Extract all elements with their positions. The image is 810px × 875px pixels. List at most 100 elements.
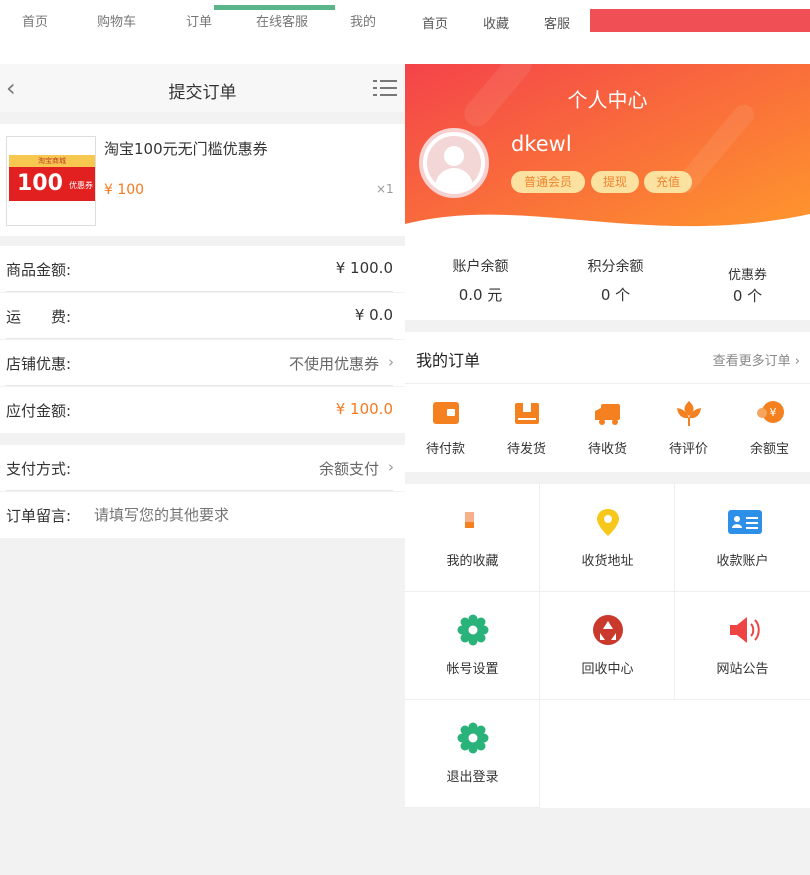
points-balance[interactable]: 积分余额 0 个 [548, 244, 683, 305]
balance-summary: 账户余额 0.0 元 积分余额 0 个 优惠券 0 个 [405, 244, 810, 320]
goods-amount-row: 商品金额: ¥ 100.0 [0, 246, 405, 292]
order-pending-receipt-label: 待收货 [587, 442, 627, 457]
grid-recycle-center[interactable]: 回收中心 [540, 592, 675, 700]
divider [6, 291, 393, 292]
member-level-badge: 普通会员 [511, 171, 585, 193]
gear-icon [457, 722, 489, 754]
more-orders-link[interactable]: 查看更多订单 › [713, 350, 800, 369]
shipping-value: ¥ 0.0 [354, 306, 393, 324]
divider [6, 338, 393, 339]
active-tab-indicator [214, 5, 335, 10]
order-pending-review[interactable]: 待评价 [648, 398, 729, 457]
divider [6, 490, 393, 491]
grid-favorites[interactable]: 我的收藏 [405, 484, 540, 592]
payment-row[interactable]: 支付方式: 余额支付 › [0, 445, 405, 491]
right-tab-bar: 首页 收藏 客服 [405, 0, 810, 64]
payable-label: 应付金额: [6, 402, 72, 420]
my-orders-section: 我的订单 查看更多订单 › 待付款 待发货 待收货 待评价 ¥ 余额宝 [405, 332, 810, 472]
profile-title: 个人中心 [567, 88, 648, 112]
grid-account-settings[interactable]: 帐号设置 [405, 592, 540, 700]
speaker-icon [727, 614, 760, 646]
payable-value: ¥ 100.0 [335, 400, 393, 418]
left-tab-bar: 首页 购物车 订单 在线客服 我的 [0, 0, 405, 64]
payee-account-label: 收款账户 [716, 554, 769, 569]
remark-label: 订单留言: [6, 507, 72, 525]
tab-favorites[interactable]: 收藏 [483, 13, 509, 32]
coupon-balance-label: 优惠券 [727, 268, 767, 283]
grid-shipping-address[interactable]: 收货地址 [540, 484, 675, 592]
coupon-amount: 100 [17, 171, 63, 196]
order-pending-receipt[interactable]: 待收货 [567, 398, 648, 457]
divider [405, 383, 810, 384]
tab-mine[interactable]: 我的 [350, 11, 376, 30]
shipping-address-label: 收货地址 [581, 554, 634, 569]
coin-icon: ¥ [755, 398, 785, 428]
grid-announcements[interactable]: 网站公告 [675, 592, 810, 700]
payment-value: 余额支付 [318, 460, 379, 478]
wallet-icon [431, 398, 461, 428]
account-balance-value: 0.0 元 [458, 286, 503, 304]
coupon-strip: 淘宝商城 [9, 155, 95, 167]
order-pending-shipment-label: 待发货 [506, 442, 546, 457]
recycle-icon [592, 614, 624, 646]
coupon-tag: 优惠券 [69, 181, 93, 190]
shipping-row: 运 费: ¥ 0.0 [0, 293, 405, 339]
avatar[interactable] [419, 128, 489, 198]
store-discount-label: 店铺优惠: [6, 355, 72, 373]
svg-text:¥: ¥ [769, 406, 776, 419]
order-pending-payment-label: 待付款 [425, 442, 465, 457]
tab-service[interactable]: 客服 [544, 13, 570, 32]
username: dkewl [511, 132, 572, 156]
recycle-center-label: 回收中心 [581, 662, 634, 677]
remark-row: 订单留言: [0, 492, 405, 538]
grid-logout[interactable]: 退出登录 [405, 700, 540, 808]
truck-icon [593, 398, 623, 428]
red-action-button[interactable] [590, 9, 810, 32]
favorites-icon [457, 506, 489, 538]
chevron-right-icon: › [388, 353, 394, 371]
product-price: ¥ 100 [104, 182, 145, 198]
order-page: ‹ 提交订单 淘宝商城 100 优惠券 淘宝100元无门槛优惠券 ¥ 100 ×… [0, 64, 405, 875]
favorites-label: 我的收藏 [446, 554, 499, 569]
account-balance-label: 账户余额 [452, 259, 509, 275]
product-quantity: ×1 [376, 182, 394, 196]
coupon-balance-value: 0 个 [732, 287, 763, 305]
order-header: ‹ 提交订单 [0, 64, 405, 112]
tab-home[interactable]: 首页 [22, 11, 48, 30]
user-center-page: 个人中心 dkewl 普通会员 提现 充值 账户余额 0.0 元 积分余额 0 … [405, 64, 810, 875]
order-pending-shipment[interactable]: 待发货 [486, 398, 567, 457]
chevron-right-icon: › [388, 458, 394, 476]
product-thumbnail: 淘宝商城 100 优惠券 [6, 136, 96, 226]
store-discount-value: 不使用优惠券 [288, 355, 379, 373]
tab-cart[interactable]: 购物车 [97, 11, 136, 30]
grid-payee-account[interactable]: 收款账户 [675, 484, 810, 592]
order-pending-payment[interactable]: 待付款 [405, 398, 486, 457]
payable-row: 应付金额: ¥ 100.0 [0, 387, 405, 433]
yuebao-item[interactable]: ¥ 余额宝 [729, 398, 810, 457]
shipping-label: 运 费: [6, 308, 72, 326]
product-name: 淘宝100元无门槛优惠券 [104, 140, 268, 158]
yuebao-label: 余额宝 [749, 442, 789, 457]
product-item[interactable]: 淘宝商城 100 优惠券 淘宝100元无门槛优惠券 ¥ 100 ×1 [0, 124, 405, 236]
recharge-button[interactable]: 充值 [644, 171, 692, 193]
id-card-icon [727, 506, 762, 538]
tab-online-service[interactable]: 在线客服 [256, 11, 308, 30]
gear-icon [457, 614, 489, 646]
goods-amount-value: ¥ 100.0 [335, 259, 393, 277]
store-discount-row[interactable]: 店铺优惠: 不使用优惠券 › [0, 340, 405, 386]
points-balance-label: 积分余额 [587, 259, 644, 275]
location-pin-icon [592, 506, 624, 538]
account-balance[interactable]: 账户余额 0.0 元 [413, 244, 548, 305]
page-title: 提交订单 [168, 83, 237, 103]
function-grid: 我的收藏 收货地址 收款账户 帐号设置 回收中心 网站公告 退出登录 [405, 484, 810, 808]
payment-label: 支付方式: [6, 460, 72, 478]
coupon-balance[interactable]: 优惠券 0 个 [680, 244, 810, 306]
points-balance-value: 0 个 [600, 286, 631, 304]
tab-home[interactable]: 首页 [422, 13, 448, 32]
flower-icon [674, 398, 704, 428]
menu-icon[interactable] [373, 79, 397, 97]
remark-input[interactable] [94, 503, 384, 527]
tab-orders[interactable]: 订单 [186, 11, 212, 30]
withdraw-button[interactable]: 提现 [591, 171, 639, 193]
announcements-label: 网站公告 [716, 662, 769, 677]
